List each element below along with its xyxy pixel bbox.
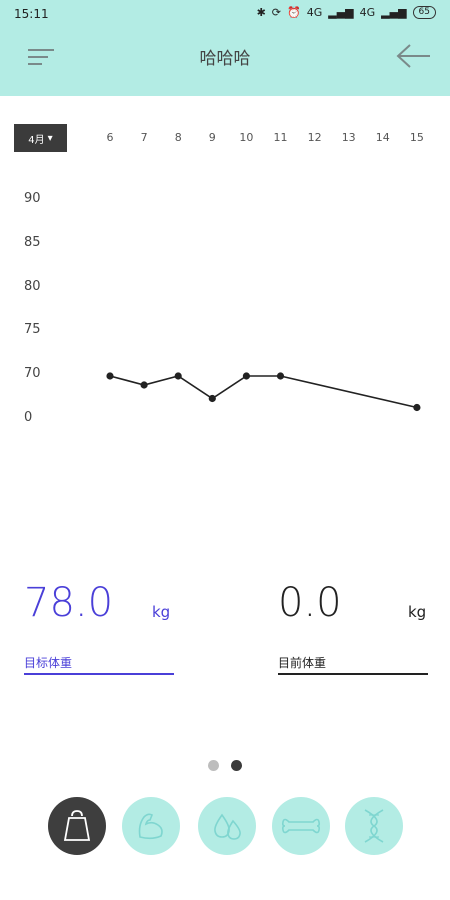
page-indicator-1[interactable] [208, 760, 219, 771]
target-weight-value: 78.0 [24, 580, 114, 626]
bone-icon [281, 818, 321, 834]
nav-bone-button[interactable] [272, 797, 330, 855]
weight-series-line [109, 375, 418, 409]
data-point [140, 381, 148, 389]
current-weight-label: 目前体重 [278, 656, 327, 670]
target-weight-underline [24, 673, 174, 675]
data-point [174, 372, 182, 380]
data-point [413, 403, 421, 412]
weight-icon [63, 810, 91, 841]
nav-weight-button[interactable] [48, 797, 106, 855]
target-weight-label: 目标体重 [24, 656, 73, 670]
nav-muscle-button[interactable] [122, 797, 180, 855]
data-point [242, 372, 250, 380]
data-point [106, 372, 114, 380]
current-weight-value: 0.0 [278, 580, 342, 626]
nav-water-button[interactable] [198, 797, 256, 855]
muscle-icon [138, 813, 163, 840]
water-drop-icon [214, 813, 241, 840]
dna-icon [364, 809, 384, 843]
weight-line-chart [106, 372, 421, 412]
nav-dna-button[interactable] [345, 797, 403, 855]
current-weight-underline [278, 673, 428, 675]
data-point [276, 372, 285, 380]
page-indicator-2[interactable] [231, 760, 242, 771]
data-point [208, 394, 216, 403]
target-weight-unit: kg [152, 603, 171, 621]
current-weight-unit: kg [408, 603, 427, 621]
